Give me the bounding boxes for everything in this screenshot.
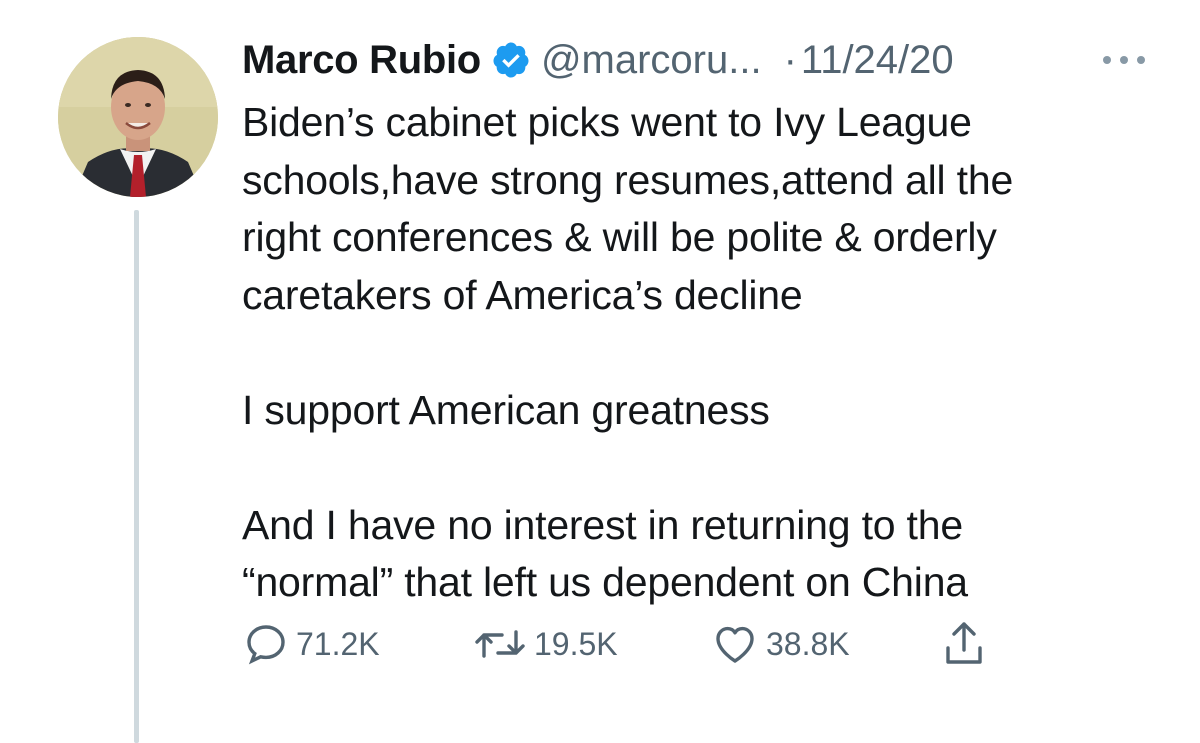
more-icon[interactable] [1100, 52, 1148, 68]
author-handle[interactable]: @marcoru... [541, 32, 762, 88]
tweet-text: Biden’s cabinet picks went to Ivy League… [242, 94, 1182, 612]
header-separator: · [783, 38, 797, 82]
reply-count: 71.2K [296, 625, 380, 662]
tweet-paragraph: Biden’s cabinet picks went to Ivy League… [242, 99, 1014, 318]
avatar-photo [58, 37, 218, 197]
tweet-date[interactable]: 11/24/20 [801, 32, 954, 88]
tweet-paragraph: And I have no interest in returning to t… [242, 501, 968, 606]
retweet-icon [475, 630, 525, 658]
verified-badge-icon [493, 42, 529, 78]
retweet-button[interactable]: 19.5K [472, 618, 618, 670]
share-icon [946, 622, 982, 664]
like-count: 38.8K [766, 625, 850, 662]
heart-icon [716, 626, 754, 663]
tweet[interactable]: Marco Rubio @marcoru... · 11/24/20 Biden… [0, 0, 1200, 743]
share-button[interactable] [940, 618, 994, 670]
like-button[interactable]: 38.8K [710, 618, 850, 670]
author-name[interactable]: Marco Rubio [242, 32, 481, 88]
reply-icon [247, 625, 285, 665]
tweet-paragraph: I support American greatness [242, 386, 770, 433]
tweet-header: Marco Rubio @marcoru... · 11/24/20 [242, 32, 954, 88]
avatar[interactable] [58, 37, 218, 197]
thread-line [134, 210, 139, 743]
retweet-count: 19.5K [534, 625, 618, 662]
reply-button[interactable]: 71.2K [242, 618, 380, 670]
